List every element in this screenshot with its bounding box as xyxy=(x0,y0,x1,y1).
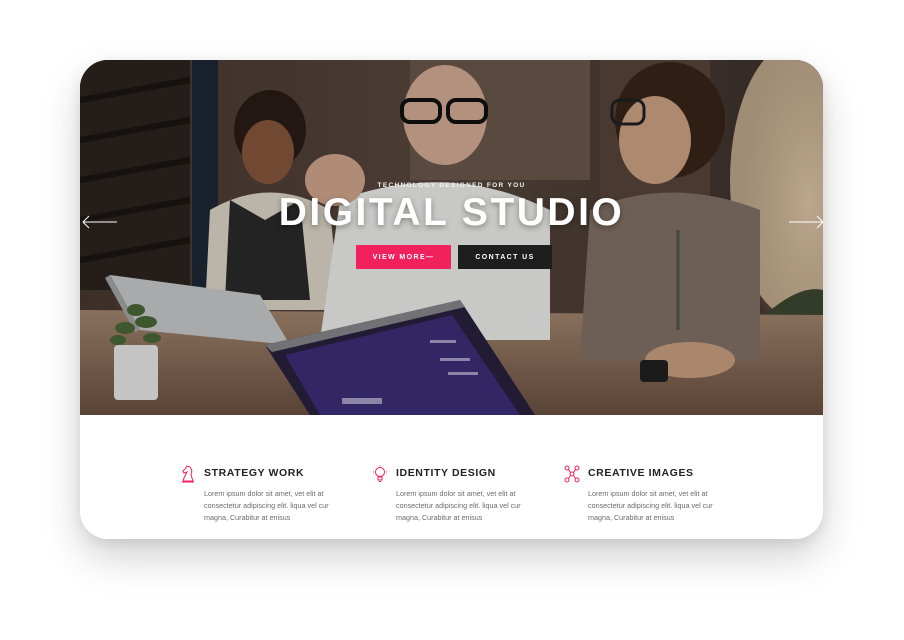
feature-title: STRATEGY WORK xyxy=(204,467,305,479)
hero-dark-overlay xyxy=(80,60,823,415)
lightbulb-icon xyxy=(373,465,387,482)
network-icon xyxy=(564,465,580,483)
arrow-left-icon[interactable] xyxy=(82,215,118,229)
feature-text: Lorem ipsum dolor sit amet, vet elit at … xyxy=(396,489,521,522)
hero-subtitle: TECHNOLOGY DESIGNED FOR YOU xyxy=(377,182,526,189)
preview-card: TECHNOLOGY DESIGNED FOR YOU DIGITAL STUD… xyxy=(80,60,823,539)
hero-slider: TECHNOLOGY DESIGNED FOR YOU DIGITAL STUD… xyxy=(80,60,823,415)
arrow-right-icon[interactable] xyxy=(788,215,823,229)
features-section: STRATEGY WORK Lorem ipsum dolor sit amet… xyxy=(80,415,823,539)
hero-title: DIGITAL STUDIO xyxy=(278,191,625,234)
feature-title: IDENTITY DESIGN xyxy=(396,467,496,479)
chess-knight-icon xyxy=(182,465,194,483)
feature-text: Lorem ipsum dolor sit amet, vet elit at … xyxy=(588,489,713,522)
feature-title: CREATIVE IMAGES xyxy=(588,467,694,479)
view-more-button[interactable]: VIEW MORE— xyxy=(356,245,451,269)
contact-us-button[interactable]: CONTACT US xyxy=(458,245,552,269)
feature-text: Lorem ipsum dolor sit amet, vet elit at … xyxy=(204,489,329,522)
